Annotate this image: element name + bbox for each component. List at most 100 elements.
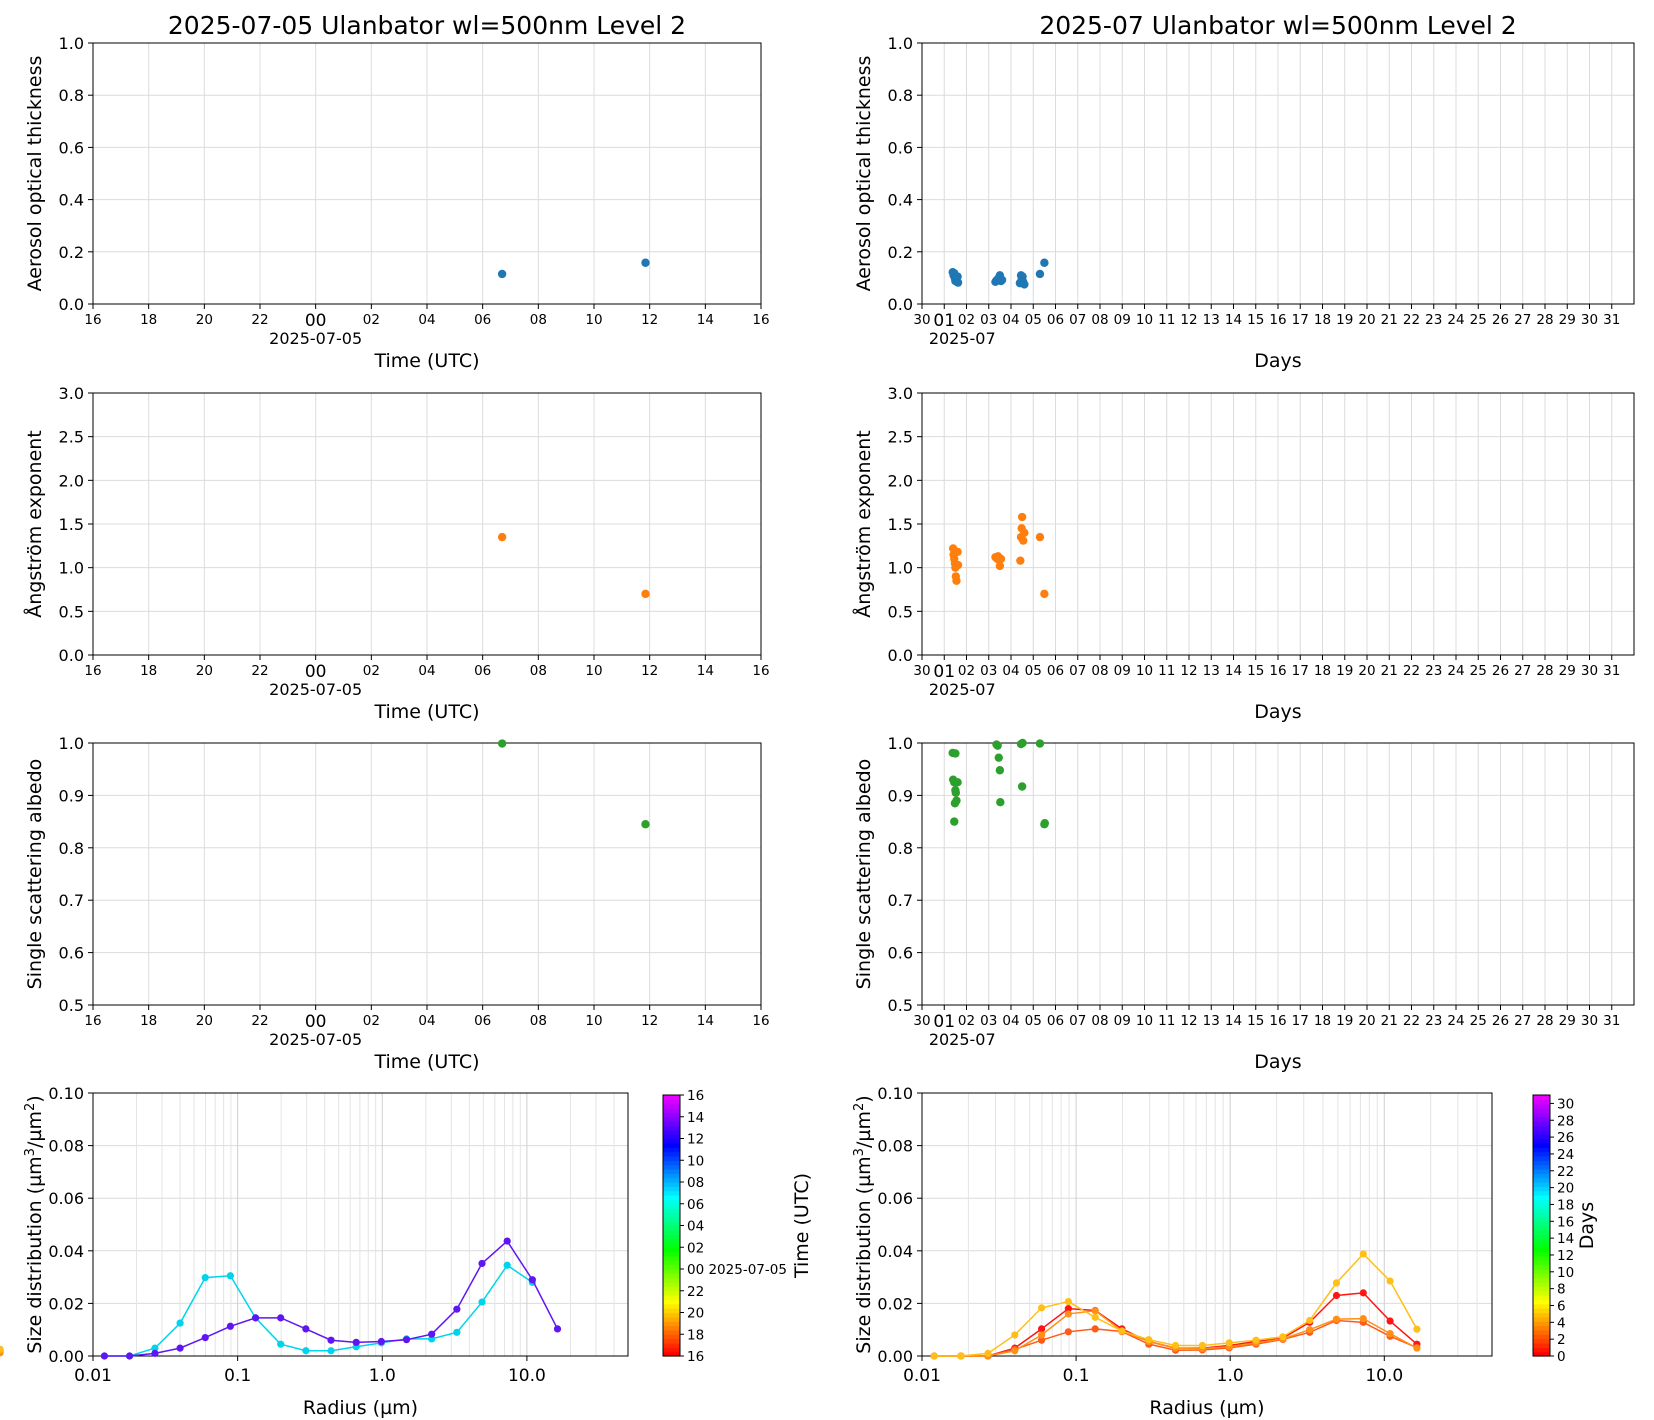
x-tick-label: 10 [585,1013,602,1029]
colorbar-tick-label: 22 [1557,1164,1574,1180]
x-tick-label: 17 [1292,1013,1309,1029]
x-tick-label: 29 [1559,312,1576,328]
x-tick-label: 10.0 [1365,1366,1403,1386]
x-tick-label: 05 [1025,312,1042,328]
x-tick-label: 04 [1002,1013,1019,1029]
x-tick-label: 08 [1091,663,1108,679]
y-tick-label: 0.8 [888,86,913,105]
data-point [1091,1313,1099,1321]
x-tick-label: 19 [1336,312,1353,328]
x-tick-label: 14 [697,663,714,679]
y-axis-label-part: Size distribution (µm [853,1156,875,1353]
colorbar-segment [1533,1308,1550,1314]
x-tick-label: 24 [1447,312,1464,328]
colorbar-segment [663,1177,680,1183]
x-tick-label: 18 [1314,312,1331,328]
colorbar-segment [1533,1277,1550,1283]
data-point [1037,1304,1046,1312]
x-tick-label: 10 [1136,312,1153,328]
chart-title: 2025-07-05 Ulanbator wl=500nm Level 2 [168,11,686,40]
y-axis-label: Ångström exponent [23,430,46,618]
chart-panel-1: 0.0 0.2 0.4 0.6 0.8 1.0 16 18 20 22 00 02 04 06 08 10 12… [24,11,770,372]
chart-panel-3: 0.0 0.5 1.0 1.5 2.0 2.5 3.0 16 18 20 22 00 02 04 06 08 1… [23,384,770,723]
colorbar-segment [663,1325,680,1331]
grid [92,392,762,656]
x-tick-label: 05 [1025,1013,1042,1029]
colorbar-segment [663,1108,680,1113]
x-tick-label: 30 [1581,312,1598,328]
y-tick-label: 0.08 [48,1137,84,1156]
data-point [641,820,650,829]
x-tick-label: 26 [1492,312,1509,328]
y-tick-label: 0.6 [888,138,913,157]
colorbar-segment [663,1186,680,1192]
data-point [1386,1277,1394,1285]
x-tick-label: 12 [641,312,658,328]
x-tick-label: 16 [752,663,769,679]
colorbar-segment [1533,1221,1550,1227]
y-axis-label-part: Size distribution (µm [24,1156,46,1353]
y-tick-label: 3.0 [888,384,913,403]
colorbar-segment [663,1229,680,1235]
colorbar-segment [663,1242,680,1248]
x-tick-label: 17 [1292,312,1309,328]
data-point [1040,818,1050,828]
x-tick-label: 07 [1069,1013,1086,1029]
y-tick-label: 0.6 [59,138,84,157]
colorbar-segment [663,1303,680,1309]
x-tick-label: 14 [1225,1013,1242,1029]
colorbar-tick-label: 24 [1557,1147,1574,1163]
colorbar-segment [1533,1186,1550,1192]
y-tick-label: 0.0 [888,295,913,314]
y-tick-label: 0.9 [888,786,913,805]
colorbar-tick-label: 12 [1557,1248,1574,1264]
colorbar-segment [1533,1138,1550,1144]
data-point [1413,1344,1421,1352]
colorbar-segment [663,1099,680,1105]
x-tick-label: 19 [1336,663,1353,679]
colorbar-segment [1533,1264,1550,1270]
data-point [1386,1330,1394,1338]
colorbar-segment [1533,1242,1550,1248]
x-tick-label: 10 [585,312,602,328]
data-point [478,1298,486,1306]
data-point [950,817,959,826]
x-tick-label: 0.1 [1063,1366,1090,1386]
data-point [997,275,1007,285]
x-tick-label: 15 [1247,663,1264,679]
colorbar-segment [663,1221,680,1227]
data-point [497,739,507,748]
x-tick-label: 16 [1269,663,1286,679]
y-tick-label: 3.0 [59,384,84,403]
colorbar-segment [1533,1177,1550,1183]
colorbar-tick-label: 14 [1557,1231,1574,1247]
colorbar-segment [663,1347,680,1353]
colorbar-segment [663,1290,680,1296]
y-tick-label: 0.4 [888,191,913,210]
y-tick-label: 2.5 [59,428,84,447]
data-point [327,1336,335,1344]
data-point [993,741,1002,750]
data-point [478,1259,486,1268]
colorbar-tick-label: 28 [1557,1113,1574,1129]
colorbar-segment [1533,1095,1550,1100]
colorbar-tick-label: 14 [687,1110,704,1126]
y-tick-label: 0.00 [877,1347,913,1366]
x-tick-label: 0.01 [74,1366,112,1386]
x-tick-label: 31 [1603,663,1620,679]
data-point [1145,1336,1153,1344]
data-point [453,1328,461,1336]
colorbar-segment [663,1282,680,1287]
x-tick-label: 14 [1225,663,1242,679]
x-tick-label: 20 [196,663,213,679]
data-point [1040,589,1049,599]
y-tick-label: 0.5 [59,602,84,621]
colorbar-tick-label: 16 [1557,1214,1574,1230]
colorbar-segment [663,1251,680,1257]
data-point [641,258,650,267]
x-tick-label: 23 [1425,312,1442,328]
x-tick-label: 12 [641,663,658,679]
x-tick-label: 16 [752,1013,769,1029]
colorbar-segment [1533,1190,1550,1196]
colorbar-segment [663,1160,680,1166]
